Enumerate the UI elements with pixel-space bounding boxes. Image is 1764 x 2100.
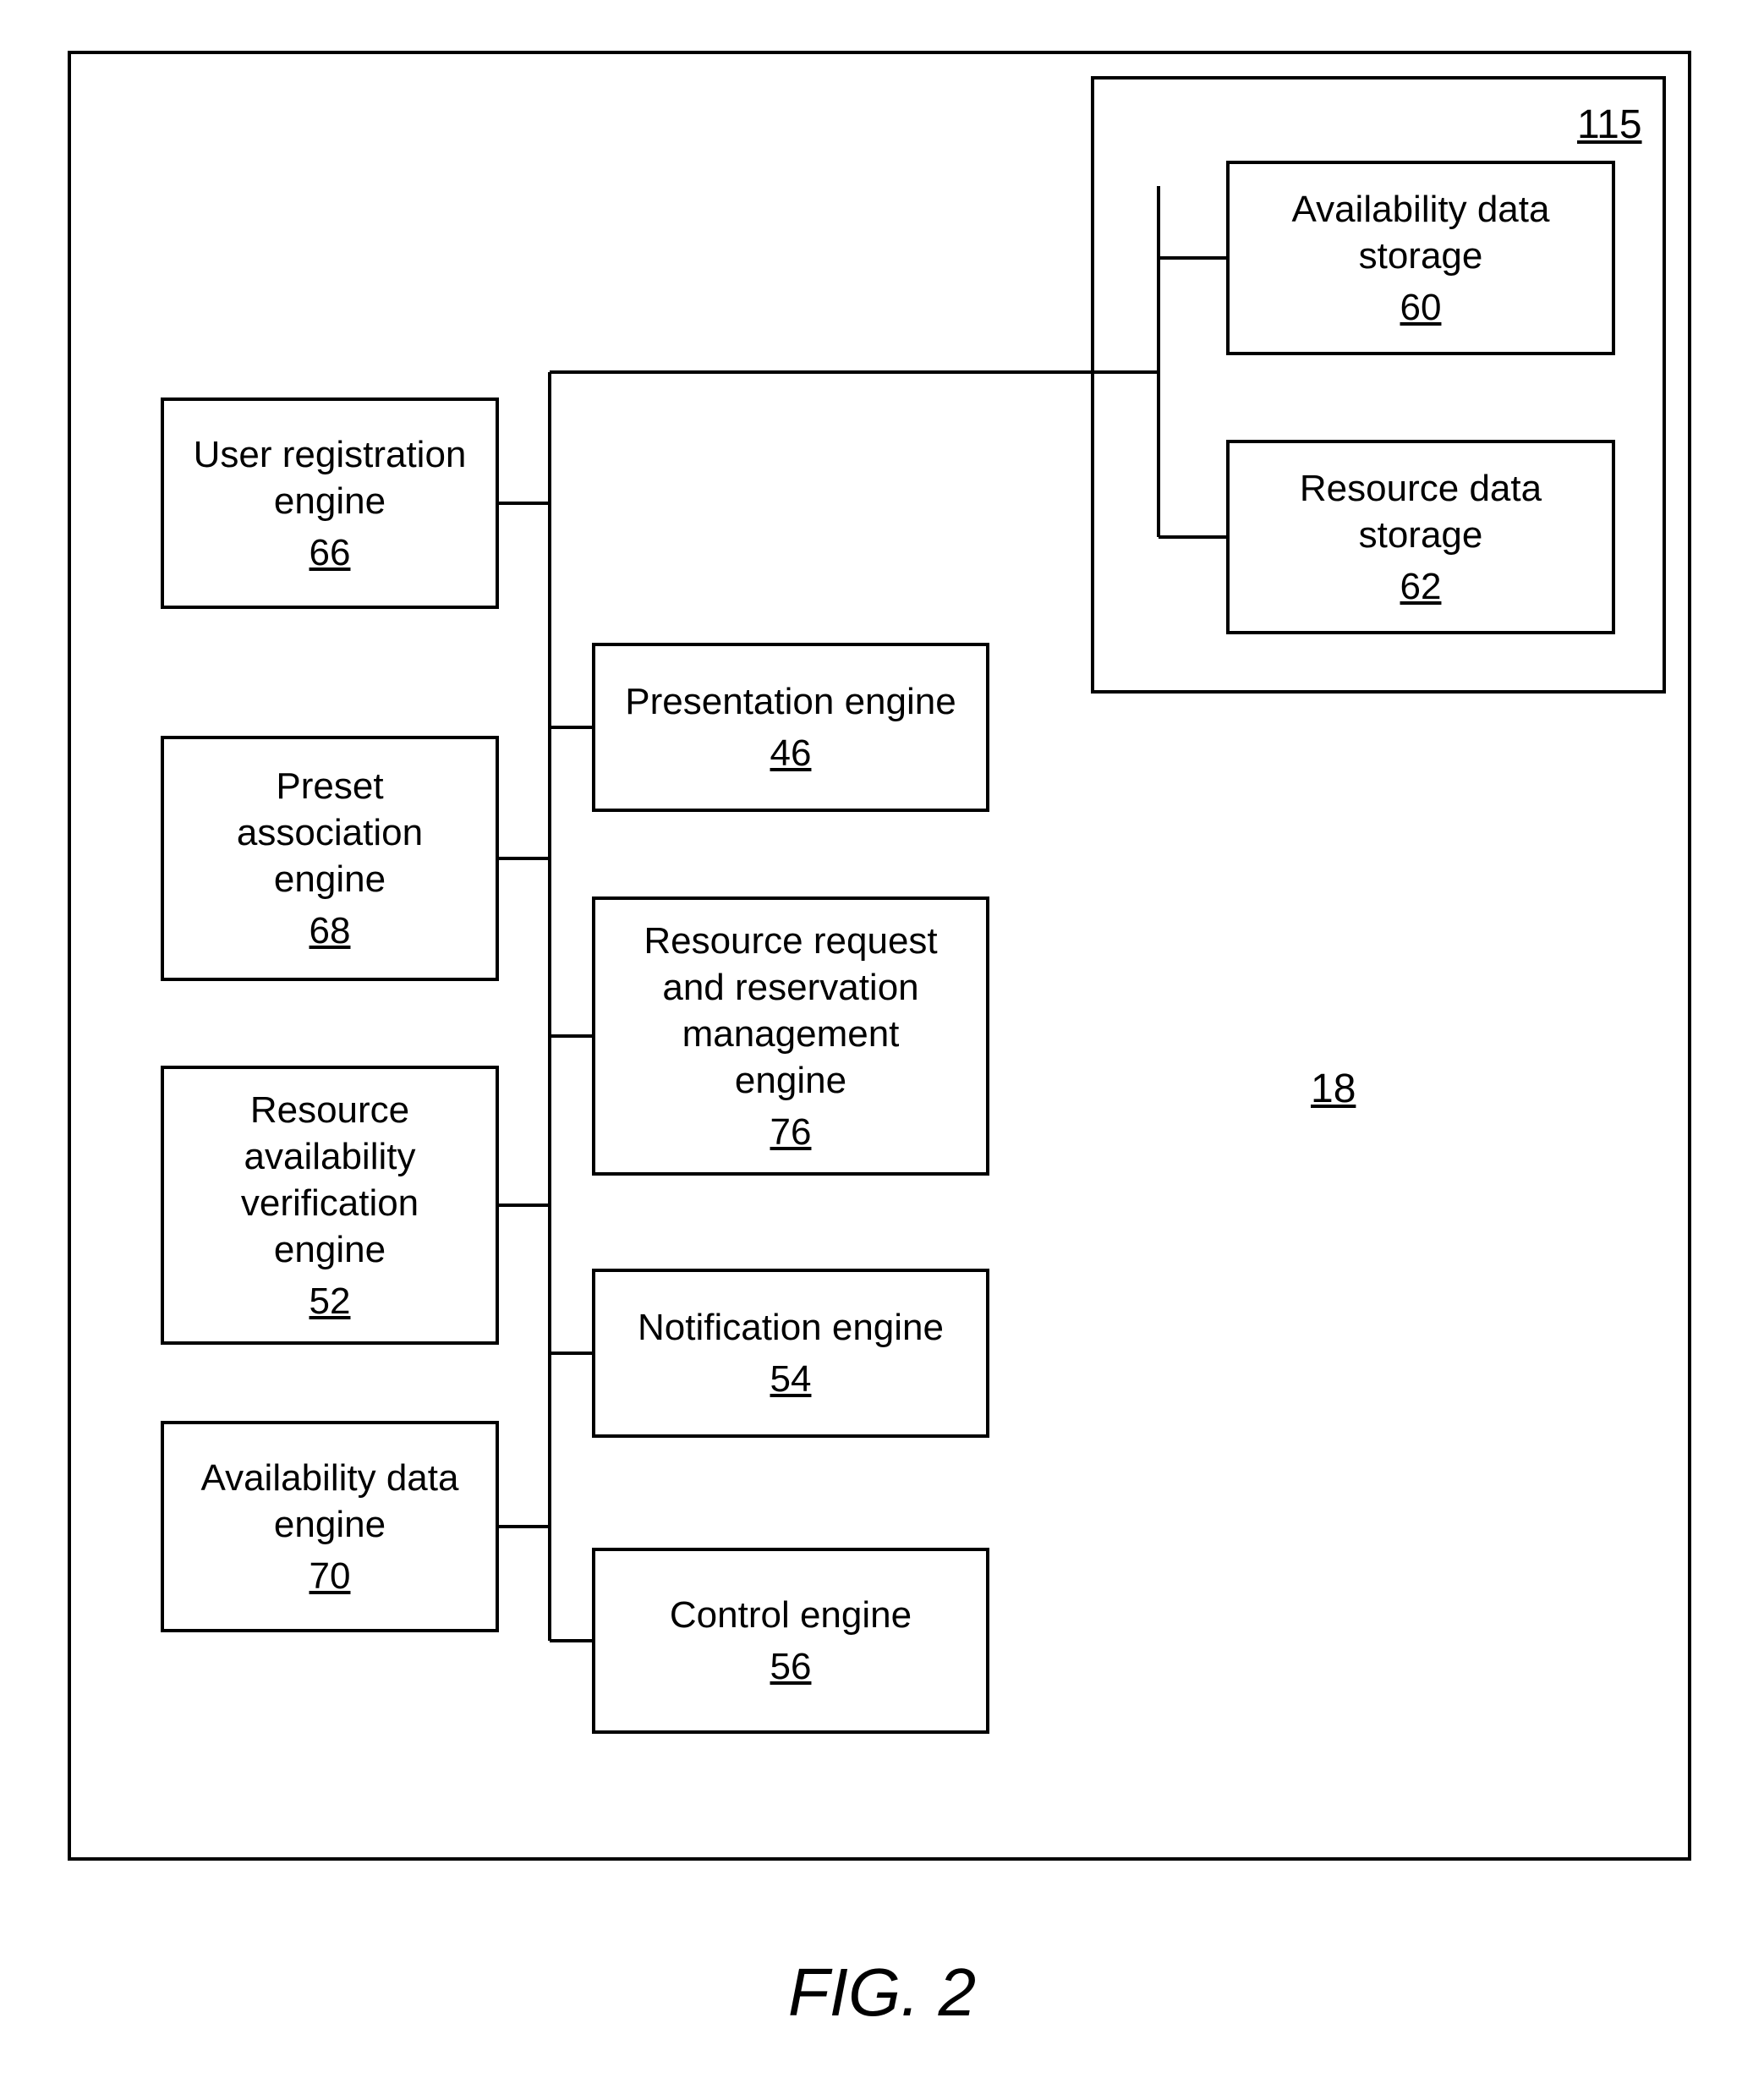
presentation-engine-label: Presentation engine [625, 678, 956, 725]
preset-association-engine-box: Preset association engine 68 [161, 736, 499, 981]
presentation-engine-box: Presentation engine 46 [592, 643, 989, 812]
availability-data-storage-box: Availability data storage 60 [1226, 161, 1615, 355]
availability-data-storage-ref: 60 [1400, 284, 1442, 331]
availability-data-engine-box: Availability data engine 70 [161, 1421, 499, 1632]
resource-request-reservation-engine-box: Resource request and reservation managem… [592, 896, 989, 1176]
resource-request-reservation-engine-label: Resource request and reservation managem… [644, 918, 937, 1104]
resource-data-storage-label: Resource data storage [1300, 465, 1542, 558]
resource-request-reservation-engine-ref: 76 [770, 1109, 812, 1155]
user-registration-engine-ref: 66 [310, 529, 351, 576]
presentation-engine-ref: 46 [770, 730, 812, 776]
resource-data-storage-ref: 62 [1400, 563, 1442, 610]
storage-group-ref: 115 [1577, 101, 1642, 148]
availability-data-engine-label: Availability data engine [201, 1455, 459, 1548]
preset-association-engine-ref: 68 [310, 907, 351, 954]
figure-caption: FIG. 2 [628, 1954, 1136, 2031]
notification-engine-label: Notification engine [638, 1304, 944, 1351]
resource-availability-verification-engine-box: Resource availability verification engin… [161, 1066, 499, 1345]
resource-availability-verification-engine-ref: 52 [310, 1278, 351, 1324]
resource-availability-verification-engine-label: Resource availability verification engin… [241, 1087, 419, 1273]
availability-data-engine-ref: 70 [310, 1553, 351, 1599]
control-engine-box: Control engine 56 [592, 1548, 989, 1734]
control-engine-label: Control engine [670, 1592, 912, 1638]
control-engine-ref: 56 [770, 1643, 812, 1690]
preset-association-engine-label: Preset association engine [237, 763, 423, 902]
resource-data-storage-box: Resource data storage 62 [1226, 440, 1615, 634]
availability-data-storage-label: Availability data storage [1292, 186, 1550, 279]
notification-engine-box: Notification engine 54 [592, 1269, 989, 1438]
figure-page: 18 115 Availability data storage 60 Reso… [0, 0, 1764, 2100]
user-registration-engine-box: User registration engine 66 [161, 398, 499, 609]
user-registration-engine-label: User registration engine [194, 431, 467, 524]
main-outer-ref: 18 [1311, 1066, 1356, 1112]
notification-engine-ref: 54 [770, 1356, 812, 1402]
